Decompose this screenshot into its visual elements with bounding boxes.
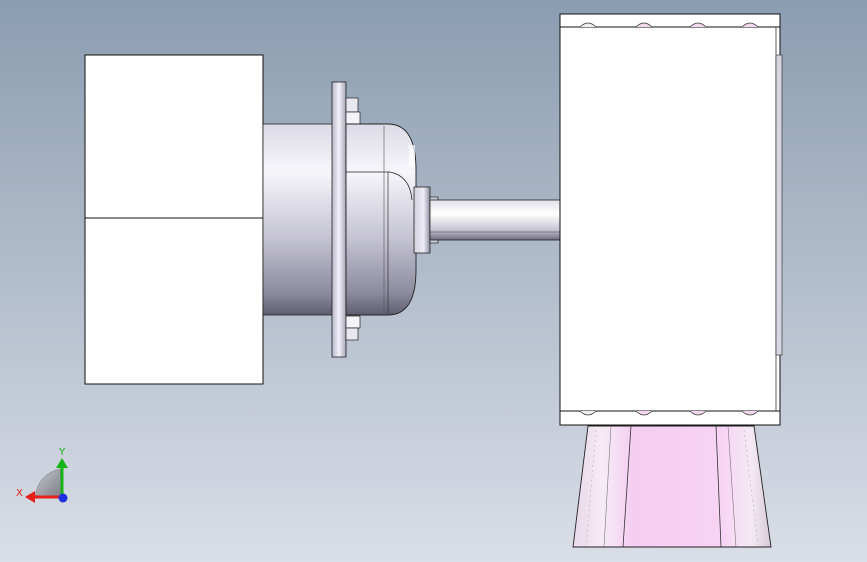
gearbox-cap: [345, 123, 417, 316]
hopper-funnel: [572, 425, 772, 548]
triad-y-label: Y: [58, 447, 66, 458]
motor-housing: [84, 54, 264, 385]
graphics-viewport[interactable]: X Y: [0, 0, 867, 562]
output-shaft: [429, 199, 561, 241]
gear-cabinet: [559, 13, 783, 426]
triad-x-label: X: [16, 488, 23, 499]
model-view[interactable]: X Y: [0, 0, 867, 562]
triad-z-axis-icon: [58, 493, 68, 503]
